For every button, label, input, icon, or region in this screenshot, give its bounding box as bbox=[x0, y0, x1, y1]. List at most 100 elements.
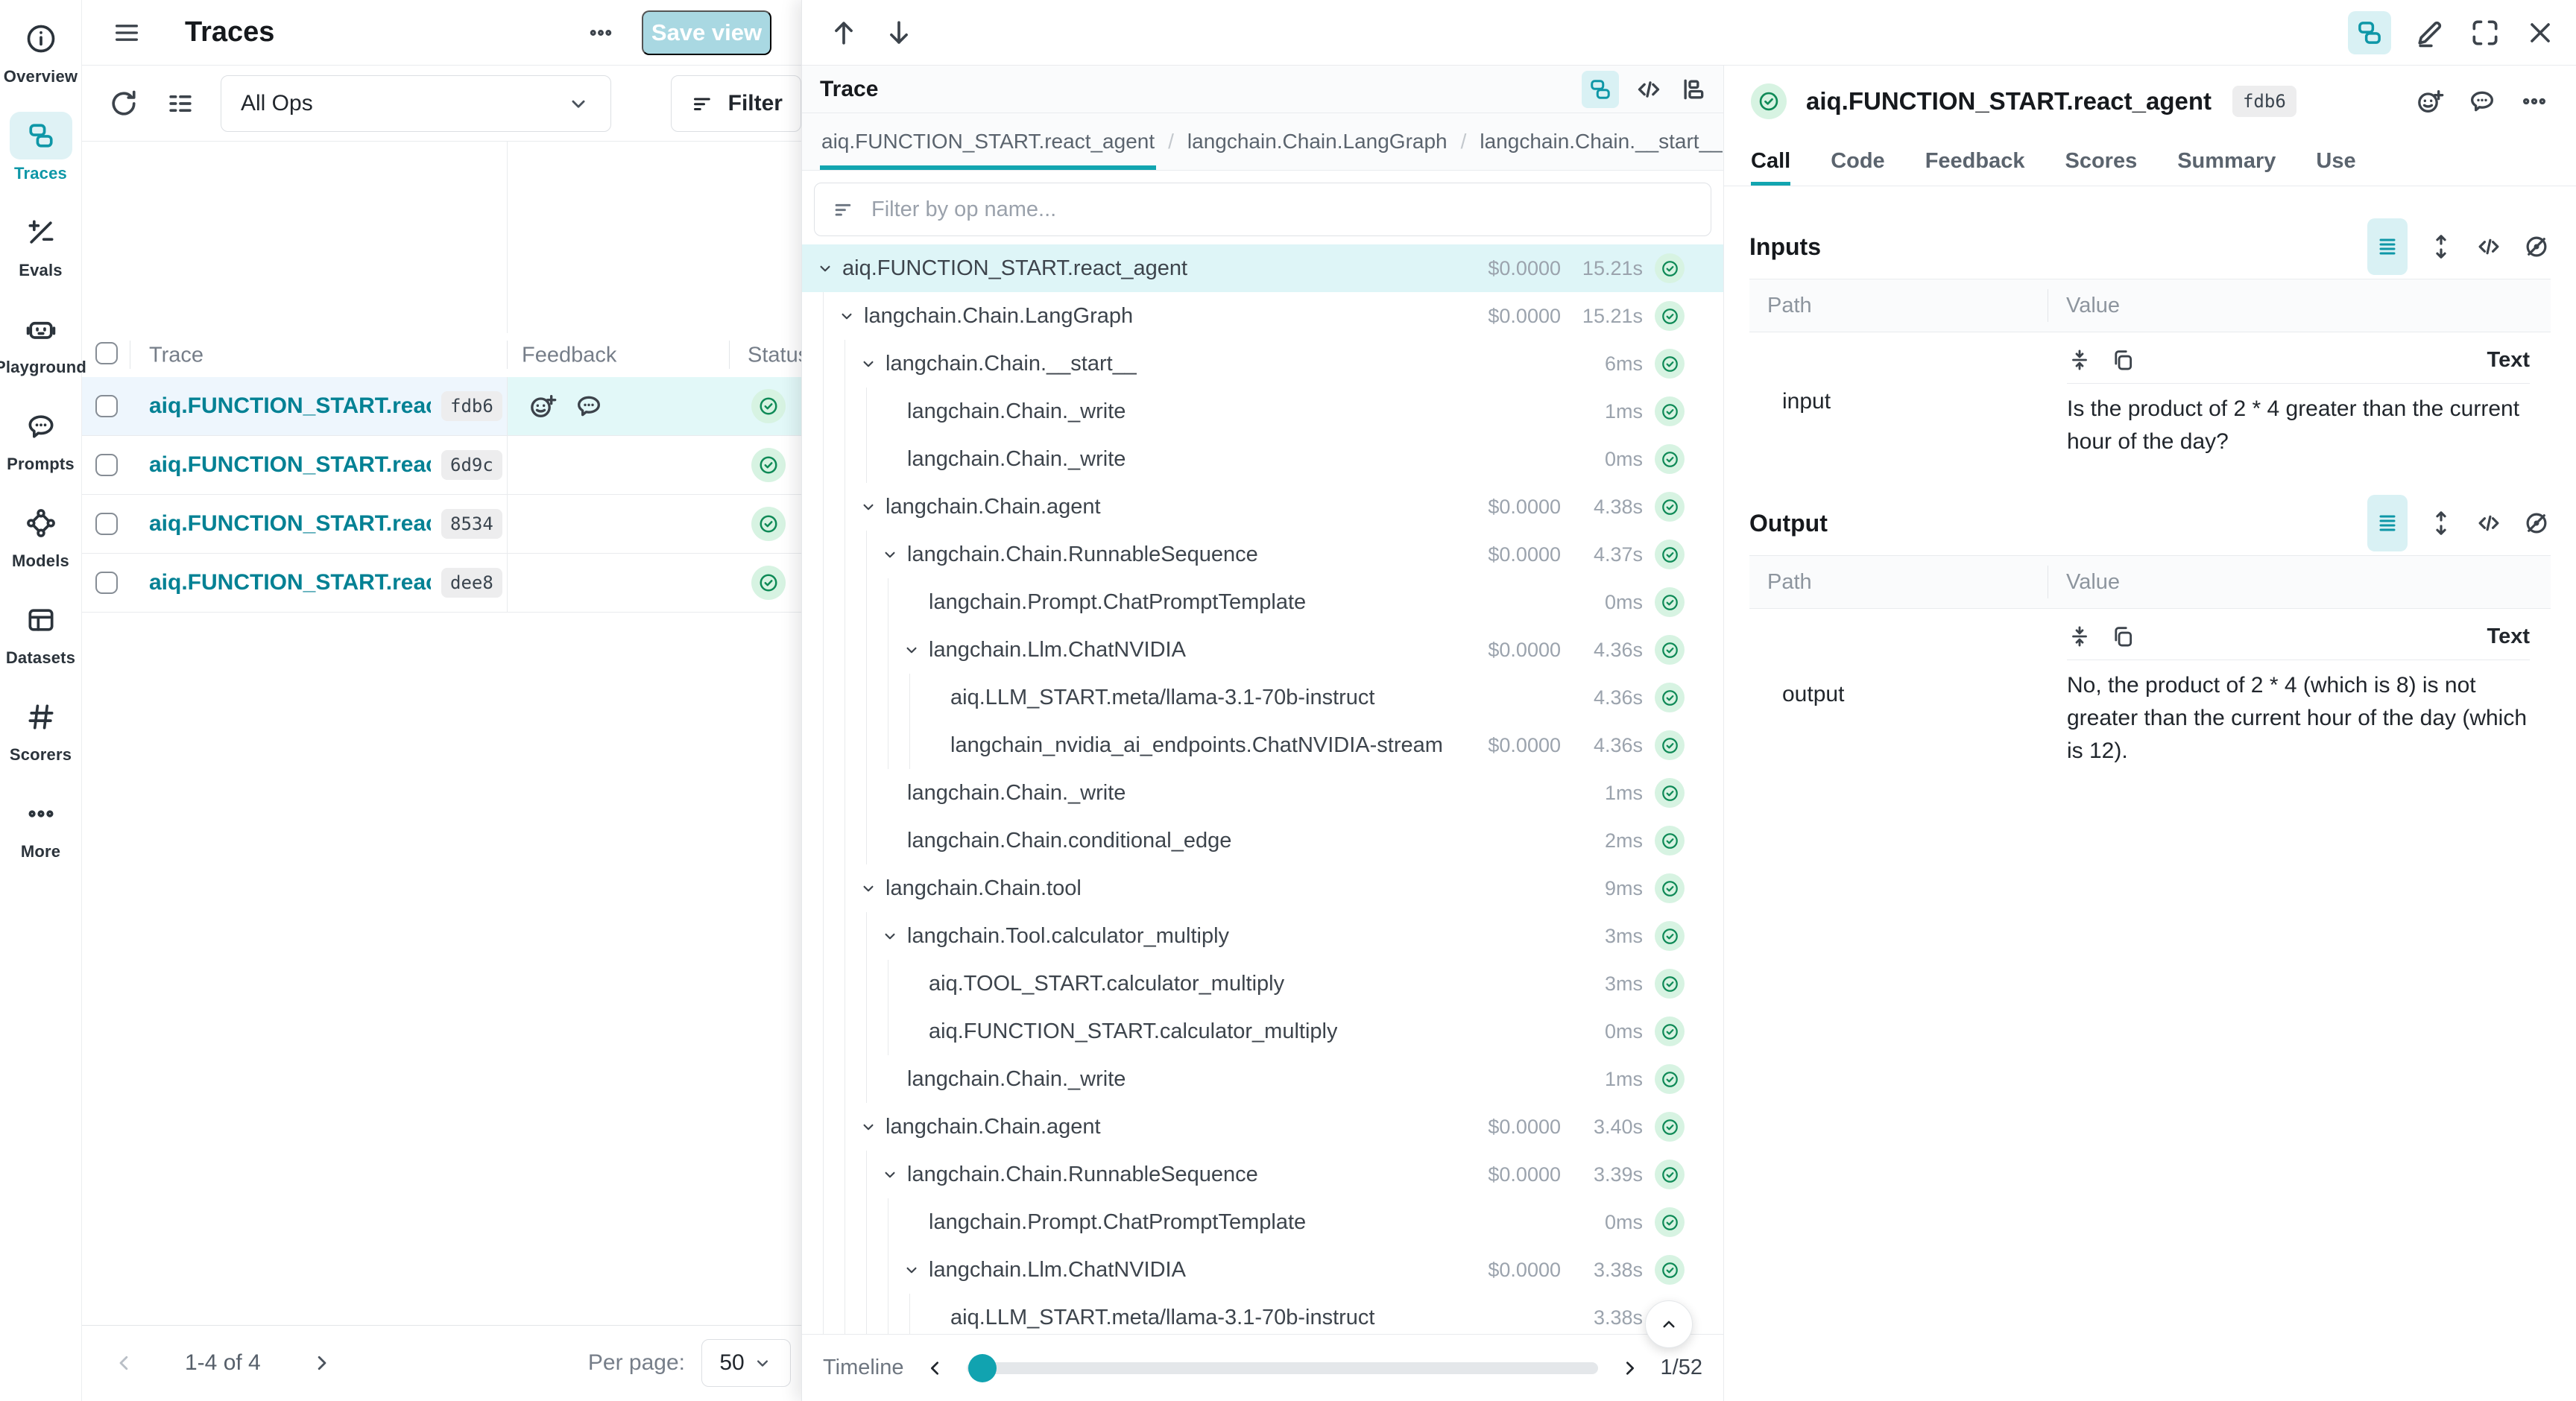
trace-link[interactable]: aiq.FUNCTION_START.react... bbox=[149, 511, 431, 537]
sidebar-item-traces[interactable]: Traces bbox=[0, 112, 81, 183]
column-header-trace[interactable]: Trace bbox=[149, 343, 203, 367]
trace-link[interactable]: aiq.FUNCTION_START.react... bbox=[149, 570, 431, 595]
overflow-menu-icon[interactable] bbox=[587, 19, 615, 47]
select-all-checkbox[interactable] bbox=[95, 342, 118, 364]
sidebar-item-datasets[interactable]: Datasets bbox=[0, 596, 81, 668]
chevron-down-icon[interactable] bbox=[880, 926, 900, 946]
value-format-label[interactable]: Text bbox=[2487, 348, 2530, 373]
tree-row[interactable]: langchain.Chain.tool 9ms bbox=[802, 864, 1723, 912]
refresh-icon[interactable] bbox=[107, 87, 140, 120]
expanded-view-toggle[interactable] bbox=[2367, 218, 2408, 275]
tab-use[interactable]: Use bbox=[2316, 137, 2355, 186]
prev-call-icon[interactable] bbox=[827, 16, 860, 49]
tree-row[interactable]: aiq.FUNCTION_START.calculator_multiply 0… bbox=[802, 1008, 1723, 1055]
fullscreen-icon[interactable] bbox=[2469, 16, 2501, 49]
collapse-icon[interactable] bbox=[2067, 624, 2092, 649]
tree-row[interactable]: langchain.Llm.ChatNVIDIA $0.0000 4.36s bbox=[802, 626, 1723, 674]
expanded-view-toggle[interactable] bbox=[2367, 495, 2408, 551]
tree-row[interactable]: langchain.Chain.__start__ 6ms bbox=[802, 340, 1723, 388]
chevron-down-icon[interactable] bbox=[837, 306, 856, 326]
tree-row[interactable]: langchain.Prompt.ChatPromptTemplate 0ms bbox=[802, 1198, 1723, 1246]
column-header-feedback[interactable]: Feedback bbox=[522, 343, 616, 367]
chevron-down-icon[interactable] bbox=[859, 497, 878, 516]
next-page-icon[interactable] bbox=[309, 1350, 334, 1376]
save-view-button[interactable]: Save view bbox=[642, 10, 771, 55]
timeline-next-icon[interactable] bbox=[1617, 1356, 1641, 1380]
sidebar-item-models[interactable]: Models bbox=[0, 499, 81, 571]
column-manager-icon[interactable] bbox=[164, 87, 197, 120]
per-page-select[interactable]: 50 bbox=[701, 1339, 791, 1387]
tab-call[interactable]: Call bbox=[1751, 137, 1790, 186]
sidebar-item-more[interactable]: More bbox=[0, 790, 81, 861]
breadcrumb-item[interactable]: langchain.Chain.LangGraph bbox=[1186, 113, 1449, 170]
chevron-down-icon[interactable] bbox=[859, 1117, 878, 1136]
trace-view-toggle[interactable] bbox=[2348, 11, 2391, 54]
code-view-icon[interactable] bbox=[2475, 233, 2503, 261]
timeline-prev-icon[interactable] bbox=[924, 1356, 947, 1380]
chevron-down-icon[interactable] bbox=[880, 545, 900, 564]
next-call-icon[interactable] bbox=[883, 16, 915, 49]
tree-view-toggle[interactable] bbox=[1582, 71, 1619, 108]
menu-icon[interactable] bbox=[112, 18, 142, 48]
call-id-badge[interactable]: fdb6 bbox=[2232, 86, 2296, 117]
tree-row[interactable]: langchain.Prompt.ChatPromptTemplate 0ms bbox=[802, 578, 1723, 626]
tab-feedback[interactable]: Feedback bbox=[1925, 137, 2025, 186]
ops-filter-select[interactable]: All Ops bbox=[221, 75, 611, 132]
table-row[interactable]: aiq.FUNCTION_START.react... fdb6 bbox=[82, 377, 801, 436]
edit-icon[interactable] bbox=[2414, 16, 2446, 49]
sidebar-item-evals[interactable]: Evals bbox=[0, 209, 81, 280]
emoji-plus-icon[interactable] bbox=[528, 391, 558, 421]
copy-icon[interactable] bbox=[2110, 347, 2135, 373]
tree-row[interactable]: langchain.Chain._write 1ms bbox=[802, 769, 1723, 817]
column-header-status[interactable]: Status bbox=[748, 343, 809, 367]
expand-rows-icon[interactable] bbox=[2427, 509, 2455, 537]
comment-icon[interactable] bbox=[2467, 86, 2497, 116]
expand-rows-icon[interactable] bbox=[2427, 233, 2455, 261]
table-row[interactable]: aiq.FUNCTION_START.react... 6d9c bbox=[82, 436, 801, 495]
tree-row[interactable]: langchain.Tool.calculator_multiply 3ms bbox=[802, 912, 1723, 960]
more-options-icon[interactable] bbox=[2519, 86, 2549, 116]
flame-graph-view-icon[interactable] bbox=[1679, 75, 1708, 104]
hide-icon[interactable] bbox=[2522, 509, 2551, 537]
tree-row[interactable]: langchain.Chain._write 1ms bbox=[802, 388, 1723, 435]
comment-icon[interactable] bbox=[574, 391, 604, 421]
sidebar-item-overview[interactable]: Overview bbox=[0, 15, 81, 86]
row-checkbox[interactable] bbox=[95, 513, 118, 535]
hide-icon[interactable] bbox=[2522, 233, 2551, 261]
filter-button[interactable]: Filter bbox=[671, 75, 801, 132]
table-row[interactable]: aiq.FUNCTION_START.react... dee8 bbox=[82, 554, 801, 613]
sidebar-item-prompts[interactable]: Prompts bbox=[0, 402, 81, 474]
collapse-icon[interactable] bbox=[2067, 347, 2092, 373]
tree-row[interactable]: langchain.Chain._write 1ms bbox=[802, 1055, 1723, 1103]
chevron-down-icon[interactable] bbox=[859, 354, 878, 373]
tree-row[interactable]: aiq.FUNCTION_START.react_agent $0.0000 1… bbox=[802, 244, 1723, 292]
tab-scores[interactable]: Scores bbox=[2065, 137, 2137, 186]
scroll-to-top-button[interactable] bbox=[1645, 1300, 1693, 1348]
tree-row[interactable]: aiq.LLM_START.meta/llama-3.1-70b-instruc… bbox=[802, 674, 1723, 721]
row-checkbox[interactable] bbox=[95, 454, 118, 476]
code-view-icon[interactable] bbox=[1634, 75, 1664, 104]
chevron-down-icon[interactable] bbox=[902, 640, 921, 660]
tree-row[interactable]: langchain_nvidia_ai_endpoints.ChatNVIDIA… bbox=[802, 721, 1723, 769]
tree-row[interactable]: langchain.Chain.RunnableSequence $0.0000… bbox=[802, 1151, 1723, 1198]
chevron-down-icon[interactable] bbox=[902, 1260, 921, 1280]
trace-link[interactable]: aiq.FUNCTION_START.react... bbox=[149, 393, 431, 419]
breadcrumb-item[interactable]: langchain.Chain.__start__ bbox=[1478, 113, 1723, 170]
op-filter-input[interactable] bbox=[870, 197, 1694, 223]
chevron-down-icon[interactable] bbox=[859, 879, 878, 898]
prev-page-icon[interactable] bbox=[112, 1350, 137, 1376]
tree-row[interactable]: langchain.Chain.agent $0.0000 4.38s bbox=[802, 483, 1723, 531]
tree-row[interactable]: langchain.Chain.conditional_edge 2ms bbox=[802, 817, 1723, 864]
timeline-slider-knob[interactable] bbox=[968, 1354, 997, 1382]
trace-link[interactable]: aiq.FUNCTION_START.react... bbox=[149, 452, 431, 478]
tab-summary[interactable]: Summary bbox=[2177, 137, 2276, 186]
tree-row[interactable]: aiq.TOOL_START.calculator_multiply 3ms bbox=[802, 960, 1723, 1008]
close-icon[interactable] bbox=[2524, 16, 2557, 49]
tree-row[interactable]: langchain.Chain._write 0ms bbox=[802, 435, 1723, 483]
tree-row[interactable]: langchain.Chain.agent $0.0000 3.40s bbox=[802, 1103, 1723, 1151]
table-row[interactable]: aiq.FUNCTION_START.react... 8534 bbox=[82, 495, 801, 554]
code-view-icon[interactable] bbox=[2475, 509, 2503, 537]
sidebar-item-playground[interactable]: Playground bbox=[0, 306, 81, 377]
timeline-slider[interactable] bbox=[967, 1362, 1598, 1374]
copy-icon[interactable] bbox=[2110, 624, 2135, 649]
